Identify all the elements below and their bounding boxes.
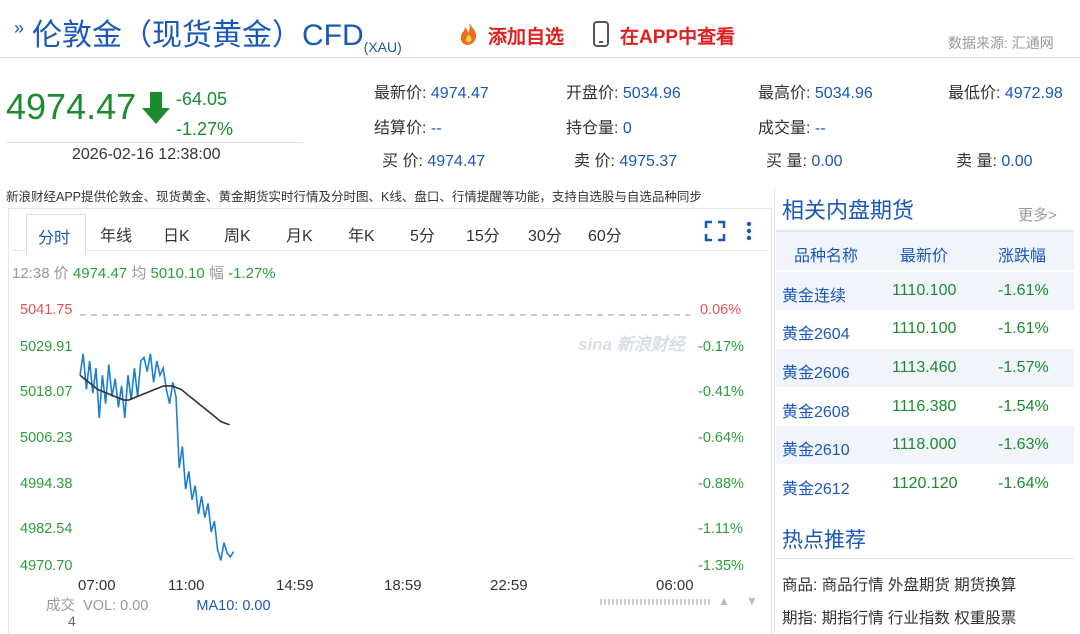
row-5-name[interactable]: 黄金2612 (782, 475, 850, 499)
row-5-change: -1.64% (998, 475, 1049, 492)
row-3-name[interactable]: 黄金2608 (782, 398, 850, 422)
row-2-price: 1113.460 (892, 359, 957, 376)
volume-extra: 4 (68, 613, 76, 629)
x-label-0: 07:00 (78, 577, 116, 594)
header-change: 涨跌幅 (998, 248, 1047, 265)
intraday-chart (79, 314, 690, 561)
x-label-1: 11:00 (168, 577, 205, 594)
related-more-link[interactable]: 更多> (1018, 204, 1057, 225)
hot-divider (776, 558, 1074, 559)
row-1-name[interactable]: 黄金2604 (782, 320, 850, 344)
volume-info: 成交 VOL: 0.00 MA10: 0.00 (46, 598, 271, 614)
x-label-2: 14:59 (276, 577, 314, 594)
price-series-line (79, 353, 235, 561)
scroll-up-icon[interactable]: ▲ (718, 594, 730, 608)
row-5-price: 1120.120 (892, 475, 958, 492)
related-futures-title: 相关内盘期货 (782, 198, 915, 223)
x-label-4: 22:59 (490, 577, 528, 594)
hot-recommend-title: 热点推荐 (782, 529, 866, 552)
header-latest: 最新价 (900, 248, 949, 265)
row-2-name[interactable]: 黄金2606 (782, 359, 850, 383)
row-2-change: -1.57% (998, 359, 1049, 376)
row-3-price: 1116.380 (892, 398, 957, 415)
row-3-change: -1.54% (998, 398, 1049, 415)
scroll-track[interactable] (600, 599, 710, 605)
row-0-price: 1110.100 (892, 282, 957, 299)
row-0-name[interactable]: 黄金连续 (782, 282, 846, 306)
row-1-price: 1110.100 (892, 320, 957, 337)
x-label-3: 18:59 (384, 577, 422, 594)
hot-line-commodities[interactable]: 商品: 商品行情 外盘期货 期货换算 (782, 573, 1016, 595)
hot-line-index-futures[interactable]: 期指: 期指行情 行业指数 权重股票 (782, 606, 1016, 628)
header-name: 品种名称 (794, 248, 859, 265)
scroll-down-icon[interactable]: ▼ (746, 594, 758, 608)
row-0-change: -1.61% (998, 282, 1049, 299)
row-4-name[interactable]: 黄金2610 (782, 436, 850, 460)
row-4-change: -1.63% (998, 436, 1049, 453)
right-panel-border (774, 188, 775, 633)
x-label-5: 06:00 (656, 577, 694, 594)
row-1-change: -1.61% (998, 320, 1049, 337)
row-4-price: 1118.000 (892, 436, 957, 453)
